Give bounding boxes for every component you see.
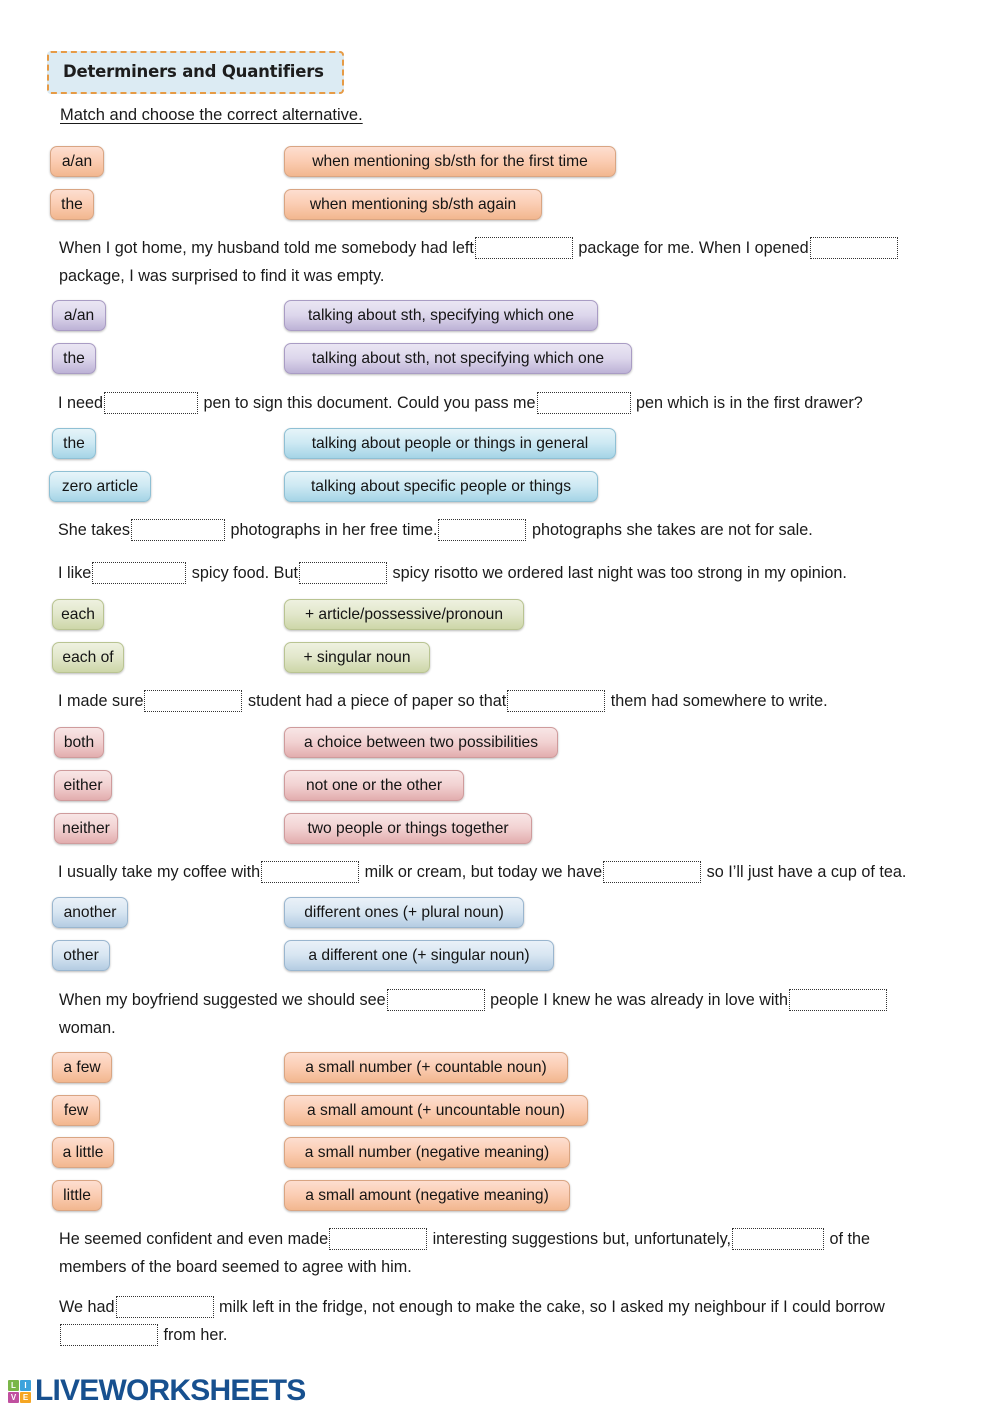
definition-button[interactable]: two people or things together [284,813,532,844]
logo-letter-l: L [8,1379,19,1391]
logo-letter-e: E [20,1391,31,1403]
exercise-sentence: I need pen to sign this document. Could … [58,389,978,417]
exercise-sentence: I like spicy food. But spicy risotto we … [58,559,978,587]
answer-blank[interactable] [507,689,606,712]
answer-blank[interactable] [329,1227,428,1250]
answer-blank[interactable] [386,988,485,1011]
term-button[interactable]: a/an [52,300,106,331]
exercise-sentence: She takes photographs in her free time. … [58,516,978,544]
definition-button[interactable]: a small amount (negative meaning) [284,1180,570,1211]
answer-blank[interactable] [732,1227,825,1250]
answer-blank[interactable] [603,860,702,883]
definition-button[interactable]: talking about people or things in genera… [284,428,616,459]
exercise-sentence: We had milk left in the fridge, not enou… [59,1293,959,1349]
term-button[interactable]: a few [52,1052,112,1083]
answer-blank[interactable] [92,561,187,584]
logo-letter-i: I [20,1379,31,1391]
answer-blank[interactable] [115,1295,214,1318]
exercise-sentence: When my boyfriend suggested we should se… [59,986,959,1042]
definition-button[interactable]: talking about sth, specifying which one [284,300,598,331]
definition-button[interactable]: a different one (+ singular noun) [284,940,554,971]
answer-blank[interactable] [438,518,527,541]
definition-button[interactable]: different ones (+ plural noun) [284,897,524,928]
logo-letter-v: V [8,1391,19,1403]
term-button[interactable]: another [52,897,128,928]
exercise-sentence: I made sure student had a piece of paper… [58,687,978,715]
term-button[interactable]: the [52,343,96,374]
term-button[interactable]: neither [54,813,118,844]
answer-blank[interactable] [144,689,243,712]
definition-button[interactable]: when mentioning sb/sth for the first tim… [284,146,616,177]
definition-button[interactable]: a small number (negative meaning) [284,1137,570,1168]
definition-button[interactable]: a choice between two possibilities [284,727,558,758]
term-button[interactable]: other [52,940,110,971]
instruction-text: Match and choose the correct alternative… [60,106,363,124]
definition-button[interactable]: + singular noun [284,642,430,673]
answer-blank[interactable] [788,988,887,1011]
worksheet-title: Determiners and Quantifiers [47,51,344,94]
brand-name: LIVEWORKSHEETS [35,1374,306,1407]
term-button[interactable]: each of [52,642,124,673]
exercise-sentence: When I got home, my husband told me some… [59,234,959,290]
answer-blank[interactable] [474,236,573,259]
answer-blank[interactable] [261,860,360,883]
term-button[interactable]: few [52,1095,100,1126]
exercise-sentence: I usually take my coffee with milk or cr… [58,858,988,886]
definition-button[interactable]: talking about sth, not specifying which … [284,343,632,374]
term-button[interactable]: little [52,1180,102,1211]
definition-button[interactable]: talking about specific people or things [284,471,598,502]
logo-grid-icon: L I V E [8,1379,31,1403]
exercise-sentence: He seemed confident and even made intere… [59,1225,959,1281]
term-button[interactable]: both [54,727,104,758]
definition-button[interactable]: a small number (+ countable noun) [284,1052,568,1083]
liveworksheets-logo[interactable]: L I V E LIVEWORKSHEETS [8,1374,306,1408]
term-button[interactable]: each [52,599,104,630]
answer-blank[interactable] [104,391,199,414]
answer-blank[interactable] [60,1323,158,1346]
answer-blank[interactable] [131,518,225,541]
definition-button[interactable]: + article/possessive/pronoun [284,599,524,630]
term-button[interactable]: a/an [50,146,104,177]
term-button[interactable]: the [52,428,96,459]
definition-button[interactable]: a small amount (+ uncountable noun) [284,1095,588,1126]
term-button[interactable]: a little [52,1137,114,1168]
answer-blank[interactable] [298,561,387,584]
answer-blank[interactable] [809,236,898,259]
definition-button[interactable]: not one or the other [284,770,464,801]
term-button[interactable]: zero article [49,471,151,502]
term-button[interactable]: the [50,189,94,220]
answer-blank[interactable] [536,391,631,414]
definition-button[interactable]: when mentioning sb/sth again [284,189,542,220]
term-button[interactable]: either [54,770,112,801]
